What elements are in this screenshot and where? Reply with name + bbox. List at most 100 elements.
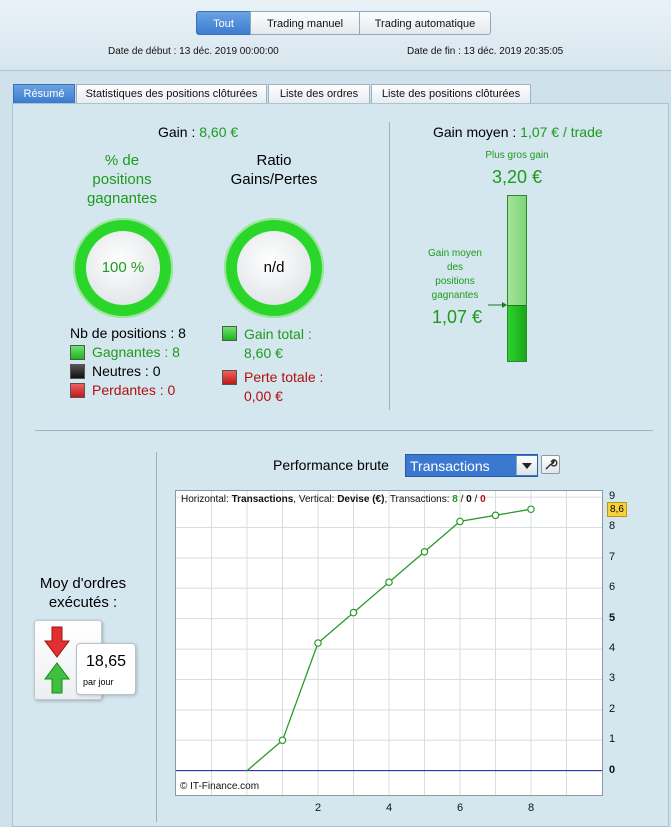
data-point <box>385 578 393 587</box>
gain: Gain : 8,60 € <box>158 124 238 140</box>
buy-sell-arrows-icon <box>44 626 70 694</box>
chart-copyright: © IT-Finance.com <box>180 781 260 792</box>
vertical-divider-bottom <box>156 452 157 822</box>
ratio-value: n/d <box>237 231 311 305</box>
plus-gros-gain-label: Plus gros gain <box>485 150 549 161</box>
x-tick-label: 2 <box>315 802 322 814</box>
avg-winning-value: 1,07 € <box>432 307 483 327</box>
gain-total: Gain total : 8,60 € <box>244 325 312 363</box>
ratio-gauge: n/d <box>224 218 324 318</box>
gain-total-value: 8,60 € <box>244 345 283 361</box>
perte-totale-label: Perte totale : <box>244 369 324 385</box>
tab-trading-manuel[interactable]: Trading manuel <box>250 11 360 35</box>
nb-positions: Nb de positions : 8 <box>70 325 186 341</box>
pct-label-line1: % de <box>104 152 140 169</box>
x-tick-label: 8 <box>528 802 535 814</box>
y-tick-label: 4 <box>609 642 616 655</box>
gain-bar <box>507 195 527 362</box>
avg-orders-line2: exécutés : <box>48 594 118 611</box>
gain-label: Gain : <box>158 124 196 140</box>
y-tick-label: 1 <box>609 733 616 746</box>
avg-orders-label: Moy d'ordres exécutés : <box>28 574 138 612</box>
tab-resume[interactable]: Résumé <box>13 84 75 103</box>
gain-value: 8,60 € <box>199 124 239 140</box>
performance-label: Performance brute <box>273 457 389 473</box>
avg-orders-line1: Moy d'ordres <box>39 575 127 592</box>
perte-totale-value: 0,00 € <box>244 388 283 404</box>
y-tick-label: 2 <box>609 702 616 715</box>
perte-totale-swatch-icon <box>222 370 237 385</box>
neutral-swatch-icon <box>70 364 85 379</box>
performance-chart: Horizontal: Transactions, Vertical: Devi… <box>175 490 603 796</box>
gain-total-swatch-icon <box>222 326 237 341</box>
avg-win-line3: positions <box>435 276 475 287</box>
y-tick-label: 7 <box>609 550 616 563</box>
avg-winning-label: Gain moyen des positions gagnantes <box>420 247 490 303</box>
perte-totale: Perte totale : 0,00 € <box>244 368 323 406</box>
data-point <box>278 736 287 745</box>
orders-value: 18,65 <box>85 653 127 670</box>
pct-winning-label: % de positions gagnantes <box>82 151 162 208</box>
tab-statistiques[interactable]: Statistiques des positions clôturées <box>76 84 267 103</box>
end-date-label: Date de fin : <box>407 46 461 57</box>
gain-moyen-label: Gain moyen : <box>433 124 517 140</box>
end-date: Date de fin : 13 déc. 2019 20:35:05 <box>407 46 563 57</box>
start-date: Date de début : 13 déc. 2019 00:00:00 <box>108 46 279 57</box>
start-date-value: 13 déc. 2019 00:00:00 <box>179 46 279 57</box>
gagnantes: Gagnantes : 8 <box>92 344 180 360</box>
chart-info-prefix: Horizontal: <box>181 494 232 505</box>
data-point <box>527 505 535 514</box>
chart-info-sep1: / <box>457 494 467 505</box>
last-value-label: 8,6 <box>607 502 627 518</box>
y-tick-label: 3 <box>609 672 616 685</box>
chart-info-sep2: / <box>471 494 481 505</box>
data-point <box>349 608 358 617</box>
performance-select-value: Transactions <box>410 458 490 474</box>
y-tick-label: 8 <box>609 520 616 533</box>
x-tick-label: 6 <box>457 802 464 814</box>
ratio-label: Ratio Gains/Pertes <box>222 151 326 189</box>
chart-info-mid: , Vertical: <box>293 494 338 505</box>
orders-unit: par jour <box>83 677 114 687</box>
y-tick-label: 6 <box>609 581 616 594</box>
pct-winning-value: 100 % <box>86 231 160 305</box>
arrow-right-icon <box>488 302 507 308</box>
data-point <box>456 517 464 526</box>
data-point <box>314 639 322 647</box>
chart-info-tx: , Transactions: <box>384 494 453 505</box>
chart-svg <box>176 491 602 795</box>
y-tick-label: 9 <box>609 490 616 503</box>
chart-info-h: Transactions <box>231 494 294 505</box>
plus-gros-gain-value: 3,20 € <box>491 167 543 187</box>
pct-label-line3: gagnantes <box>86 190 158 207</box>
chart-info-losses: 0 <box>480 494 486 505</box>
chart-info-v: Devise (€) <box>337 494 385 505</box>
settings-wrench-icon[interactable] <box>541 455 560 474</box>
performance-select[interactable]: Transactions <box>405 454 538 477</box>
orders-value-box: 18,65 par jour <box>76 643 136 695</box>
tab-tout[interactable]: Tout <box>196 11 251 35</box>
data-point <box>491 511 500 520</box>
vertical-divider <box>389 122 390 410</box>
neutres: Neutres : 0 <box>92 363 161 379</box>
start-date-label: Date de début : <box>108 46 177 57</box>
pct-winning-gauge: 100 % <box>73 218 173 318</box>
x-tick-label: 4 <box>386 802 393 814</box>
avg-win-line1: Gain moyen <box>428 248 482 259</box>
chevron-down-icon[interactable] <box>516 456 537 475</box>
ratio-label-line1: Ratio <box>256 152 292 169</box>
losing-swatch-icon <box>70 383 85 398</box>
pct-label-line2: positions <box>92 171 152 188</box>
gain-moyen-value: 1,07 € / trade <box>520 124 603 140</box>
tab-liste-positions[interactable]: Liste des positions clôturées <box>371 84 531 103</box>
winning-swatch-icon <box>70 345 85 360</box>
average-gain-fill <box>508 304 526 361</box>
gain-moyen: Gain moyen : 1,07 € / trade <box>433 124 603 140</box>
ratio-label-line2: Gains/Pertes <box>230 171 318 188</box>
avg-win-line4: gagnantes <box>431 290 479 301</box>
gain-total-label: Gain total : <box>244 326 312 342</box>
tab-trading-automatique[interactable]: Trading automatique <box>359 11 491 35</box>
tab-liste-ordres[interactable]: Liste des ordres <box>268 84 370 103</box>
y-tick-label: 5 <box>609 611 616 624</box>
horizontal-divider <box>35 430 653 431</box>
